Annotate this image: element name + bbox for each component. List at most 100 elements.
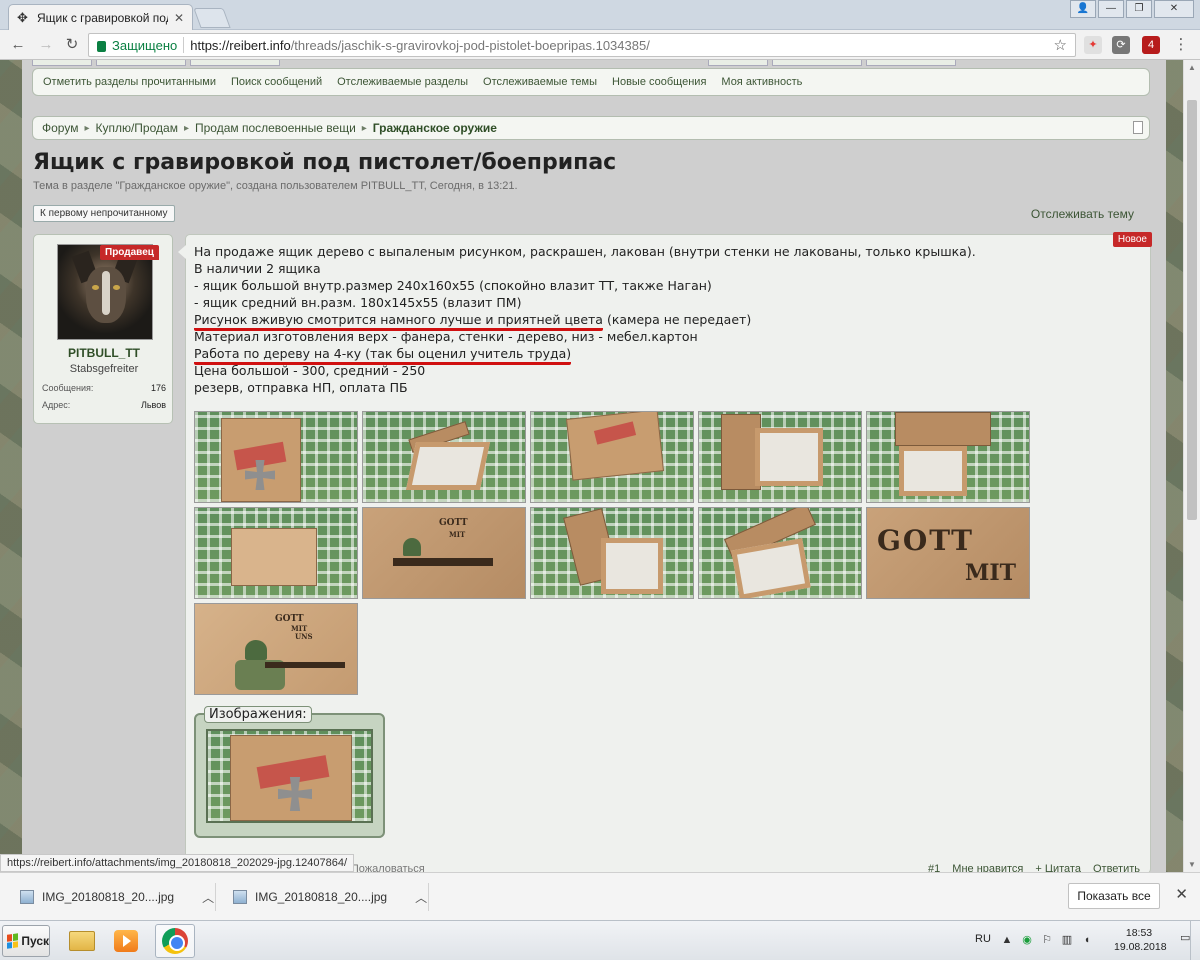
extension-refresh-icon[interactable]: ⟳ xyxy=(1112,36,1130,54)
reload-icon[interactable]: ↻ xyxy=(62,35,82,55)
language-indicator[interactable]: RU xyxy=(975,933,991,945)
back-icon[interactable]: ← xyxy=(8,35,28,55)
gallery-thumbnail[interactable]: GOTT MIT UNS xyxy=(194,603,358,695)
tray-expand-icon[interactable]: ▲ xyxy=(1000,933,1014,947)
reply-button[interactable]: Ответить xyxy=(1093,863,1140,872)
address-bar[interactable]: Защищено https://reibert.info/threads/ja… xyxy=(88,33,1076,57)
browser-tab[interactable]: ✥ Ящик с гравировкой под ✕ xyxy=(8,4,193,30)
gallery-thumbnail[interactable] xyxy=(866,411,1030,503)
subnav-watched-threads[interactable]: Отслеживаемые темы xyxy=(483,76,597,88)
url-path: /threads/jaschik-s-gravirovkoj-pod-pisto… xyxy=(290,37,650,53)
breadcrumb-buy-sell[interactable]: Куплю/Продам xyxy=(95,121,177,135)
media-player-taskbar-icon[interactable] xyxy=(106,924,146,958)
gallery-thumbnail[interactable] xyxy=(194,411,358,503)
forward-icon[interactable]: → xyxy=(36,35,56,55)
post-line: На продаже ящик дерево с выпаленым рисун… xyxy=(194,244,976,259)
volume-icon[interactable]: ◖ xyxy=(1080,933,1094,947)
chevron-up-icon[interactable]: ︿ xyxy=(415,889,427,906)
close-icon[interactable]: ✕ xyxy=(1175,885,1188,903)
stat-value[interactable]: 176 xyxy=(151,383,166,393)
extension-puzzle-icon[interactable]: ✦ xyxy=(1084,36,1102,54)
post-body: Новое На продаже ящик дерево с выпаленым… xyxy=(178,232,1152,872)
attachments-box: Изображения: xyxy=(194,706,385,838)
bookmark-star-icon[interactable]: ☆ xyxy=(1054,36,1067,54)
user-stat-messages: Сообщения: 176 xyxy=(42,383,166,393)
post-line: - ящик средний вн.разм. 180х145х55 (влаз… xyxy=(194,295,522,310)
scrollbar-thumb[interactable] xyxy=(1187,100,1197,520)
breadcrumb-postwar[interactable]: Продам послевоенные вещи xyxy=(195,121,356,135)
profile-icon[interactable]: 👤 xyxy=(1070,0,1096,18)
chevron-up-icon[interactable]: ︿ xyxy=(202,889,214,906)
start-label: Пуск xyxy=(21,934,49,948)
media-player-icon xyxy=(114,930,138,952)
gallery-thumbnail[interactable]: GOTT MIT xyxy=(866,507,1030,599)
post-line: Материал изготовления верх - фанера, сте… xyxy=(194,329,698,344)
like-button[interactable]: Мне нравится xyxy=(952,863,1023,872)
post-permalink[interactable]: #1 xyxy=(928,863,940,872)
windows-logo-icon xyxy=(7,933,19,949)
taskbar-clock[interactable]: 18:53 19.08.2018 xyxy=(1114,926,1167,954)
start-button[interactable]: Пуск xyxy=(2,925,50,957)
image-file-icon xyxy=(233,890,247,904)
watch-thread-link[interactable]: Отслеживать тему xyxy=(1031,207,1134,221)
gallery-thumbnail[interactable] xyxy=(698,507,862,599)
quote-button[interactable]: + Цитата xyxy=(1035,863,1081,872)
close-window-button[interactable]: ✕ xyxy=(1154,0,1194,18)
show-all-downloads-button[interactable]: Показать все xyxy=(1068,883,1160,909)
subnav-new-posts[interactable]: Новые сообщения xyxy=(612,76,706,88)
gallery-thumbnail[interactable]: GOTT MIT xyxy=(362,507,526,599)
new-tab-button[interactable] xyxy=(193,8,231,28)
download-item[interactable]: IMG_20180818_20....jpg ︿ xyxy=(233,883,427,911)
network-icon[interactable]: ▥ xyxy=(1060,933,1074,947)
scroll-down-icon[interactable]: ▼ xyxy=(1188,860,1196,869)
download-divider xyxy=(215,883,216,911)
breadcrumb-separator: ▸ xyxy=(183,122,189,134)
browser-toolbar: ← → ↻ Защищено https://reibert.info/thre… xyxy=(0,30,1200,60)
explorer-taskbar-icon[interactable] xyxy=(62,924,102,958)
menu-icon[interactable]: ⋮ xyxy=(1172,36,1190,54)
download-item[interactable]: IMG_20180818_20....jpg ︿ xyxy=(20,883,214,911)
extension-badge: 4 xyxy=(1147,39,1155,51)
thread-subtitle: Тема в разделе "Гражданское оружие", соз… xyxy=(33,180,518,192)
post-line: Цена большой - 300, средний - 250 xyxy=(194,363,426,378)
minimize-button[interactable]: — xyxy=(1098,0,1124,18)
breadcrumb-current[interactable]: Гражданское оружие xyxy=(373,121,497,135)
subnav-mark-read[interactable]: Отметить разделы прочитанными xyxy=(43,76,216,88)
breadcrumb-forum[interactable]: Форум xyxy=(42,121,78,135)
windows-taskbar: Пуск RU ▲ ◉ ⚐ ▥ ◖ 18:53 19.08.2018 ▭ xyxy=(0,920,1200,960)
close-tab-icon[interactable]: ✕ xyxy=(174,11,184,25)
post-text: На продаже ящик дерево с выпаленым рисун… xyxy=(194,243,1094,396)
gallery-thumbnail[interactable] xyxy=(530,411,694,503)
subnav-search[interactable]: Поиск сообщений xyxy=(231,76,322,88)
document-icon[interactable] xyxy=(1133,121,1143,134)
chrome-taskbar-icon[interactable] xyxy=(155,924,195,958)
folder-icon xyxy=(69,931,95,951)
scroll-up-icon[interactable]: ▲ xyxy=(1188,63,1196,72)
username[interactable]: PITBULL_TT xyxy=(34,346,174,360)
new-badge: Новое xyxy=(1112,232,1152,247)
gallery-thumbnail[interactable] xyxy=(194,507,358,599)
gallery-thumbnail[interactable] xyxy=(530,507,694,599)
subnav-my-activity[interactable]: Моя активность xyxy=(721,76,802,88)
status-url: https://reibert.info/attachments/img_201… xyxy=(0,854,355,872)
action-center-flag-icon[interactable]: ⚐ xyxy=(1040,933,1054,947)
post-line: Рисунок вживую смотрится намного лучше и… xyxy=(194,311,1094,331)
first-unread-button[interactable]: К первому непрочитанному xyxy=(33,205,175,222)
gallery-thumbnail[interactable] xyxy=(362,411,526,503)
tray-app-icon[interactable]: ◉ xyxy=(1020,933,1034,947)
restore-button[interactable]: ❐ xyxy=(1126,0,1152,18)
lock-icon xyxy=(97,40,106,52)
page-viewport: Отметить разделы прочитанными Поиск сооб… xyxy=(0,60,1200,872)
seller-badge: Продавец xyxy=(100,245,159,260)
subnav-watched-forums[interactable]: Отслеживаемые разделы xyxy=(337,76,468,88)
clock-date: 19.08.2018 xyxy=(1114,941,1167,953)
page-title: Ящик с гравировкой под пистолет/боеприпа… xyxy=(33,150,617,175)
attachment-thumbnail[interactable] xyxy=(206,729,373,823)
gallery-thumbnail[interactable] xyxy=(698,411,862,503)
extension-shield-icon[interactable]: 4 xyxy=(1142,36,1160,54)
post-line: - ящик большой внутр.размер 240х160х55 (… xyxy=(194,278,712,293)
page-scrollbar[interactable]: ▲ ▼ xyxy=(1183,60,1200,872)
show-desktop-button[interactable] xyxy=(1190,921,1200,960)
breadcrumb-separator: ▸ xyxy=(84,122,90,134)
image-file-icon xyxy=(20,890,34,904)
